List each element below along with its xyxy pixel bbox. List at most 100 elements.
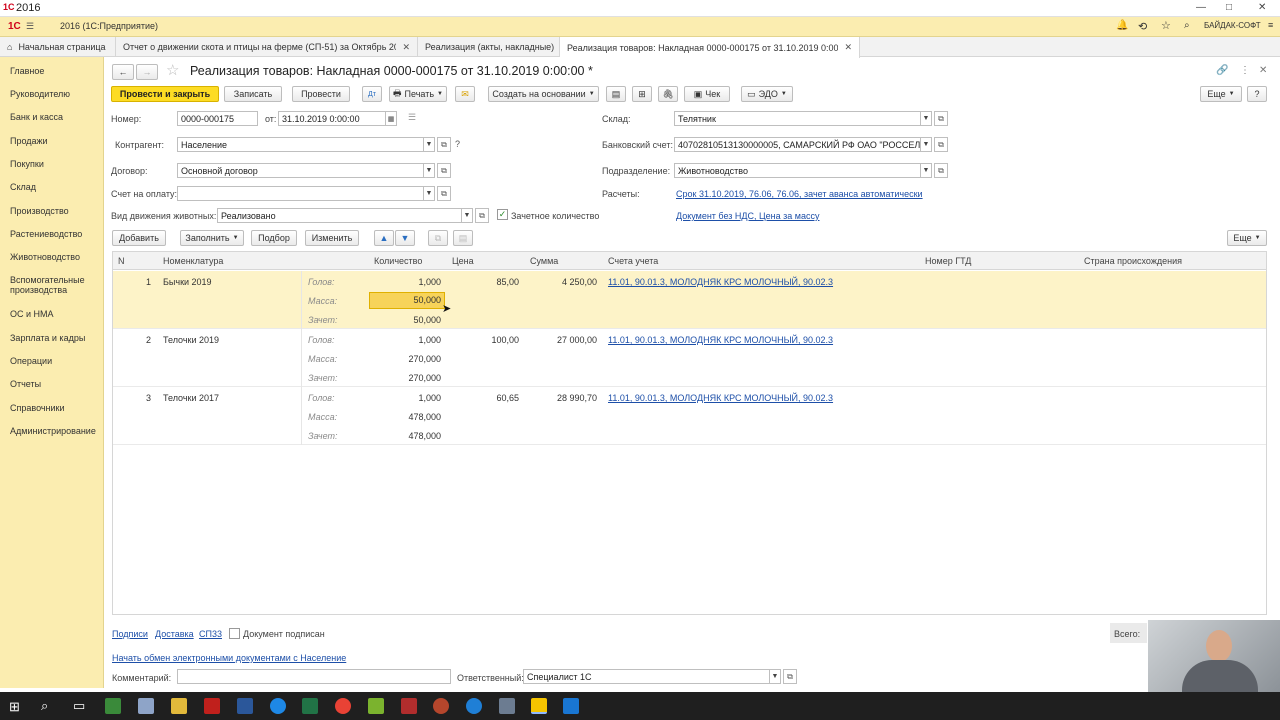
row-heads[interactable]: 1,000	[383, 393, 441, 403]
move-down-button[interactable]: ▼	[395, 230, 415, 246]
warehouse-open-button[interactable]: ⧉	[934, 111, 948, 126]
print-button[interactable]: 🖶 Печать ▼	[389, 86, 447, 102]
contract-open-button[interactable]: ⧉	[437, 163, 451, 178]
contractor-dropdown[interactable]: ▼	[424, 137, 435, 152]
column-gtd[interactable]: Номер ГТД	[925, 256, 971, 266]
date-field[interactable]: 31.10.2019 0:00:00	[278, 111, 386, 126]
column-price[interactable]: Цена	[452, 256, 474, 266]
fill-button[interactable]: Заполнить ▼	[180, 230, 244, 246]
warehouse-dropdown[interactable]: ▼	[921, 111, 932, 126]
bell-icon[interactable]: 🔔	[1116, 20, 1128, 31]
movement-dropdown[interactable]: ▼	[462, 208, 473, 223]
delete-row-button[interactable]: ▤	[453, 230, 473, 246]
table-row[interactable]: 1 Бычки 2019 Голов: Масса: Зачет: 1,000 …	[113, 271, 1266, 329]
tab-sales-document[interactable]: Реализация товаров: Накладная 0000-00017…	[560, 37, 860, 58]
table-row[interactable]: 2 Телочки 2019 Голов: Масса: Зачет: 1,00…	[113, 329, 1266, 387]
history-icon[interactable]: ⟲	[1138, 20, 1147, 33]
edo-button[interactable]: ▭ ЭДО ▼	[741, 86, 793, 102]
dt-kt-button[interactable]: Дт	[362, 86, 382, 102]
post-and-close-button[interactable]: Провести и закрыть	[111, 86, 219, 102]
row-nomenclature[interactable]: Бычки 2019	[163, 277, 212, 287]
row-sum[interactable]: 27 000,00	[531, 335, 597, 345]
sidebar-item-payroll[interactable]: Зарплата и кадры	[10, 333, 102, 343]
delivery-link[interactable]: Доставка	[155, 629, 194, 639]
table-more-button[interactable]: Еще ▼	[1227, 230, 1267, 246]
sidebar-item-auxiliary[interactable]: Вспомогательные производства	[10, 275, 102, 295]
add-row-button[interactable]: Добавить	[112, 230, 166, 246]
row-accounts-link[interactable]: 11.01, 90.01.3, МОЛОДНЯК КРС МОЛОЧНЫЙ, 9…	[608, 393, 833, 403]
task-view-icon[interactable]: ▭	[73, 698, 85, 714]
search-taskbar-icon[interactable]: ⌕	[41, 698, 48, 714]
sidebar-item-livestock[interactable]: Животноводство	[10, 252, 102, 262]
word-app-icon[interactable]	[237, 698, 253, 714]
row-price[interactable]: 60,65	[453, 393, 519, 403]
teamviewer-app-icon[interactable]	[466, 698, 482, 714]
more-button[interactable]: Еще ▼	[1200, 86, 1242, 102]
android-app-icon[interactable]	[368, 698, 384, 714]
app-icon[interactable]	[433, 698, 449, 714]
minimize-button[interactable]: —	[1196, 2, 1206, 13]
copy-row-button[interactable]: ⧉	[428, 230, 448, 246]
back-button[interactable]: ←	[112, 64, 134, 80]
menu-icon[interactable]: ☰	[26, 21, 34, 32]
bank-account-open-button[interactable]: ⧉	[934, 137, 948, 152]
movement-field[interactable]: Реализовано	[217, 208, 462, 223]
column-accounts[interactable]: Счета учета	[608, 256, 658, 266]
column-n[interactable]: N	[118, 256, 125, 266]
save-button[interactable]: Записать	[224, 86, 282, 102]
sidebar-item-assets[interactable]: ОС и НМА	[10, 309, 102, 319]
help-button[interactable]: ?	[1247, 86, 1267, 102]
contractor-open-button[interactable]: ⧉	[437, 137, 451, 152]
sidebar-item-admin[interactable]: Администрирование	[10, 426, 102, 436]
row-accounts-link[interactable]: 11.01, 90.01.3, МОЛОДНЯК КРС МОЛОЧНЫЙ, 9…	[608, 335, 833, 345]
sidebar-item-production[interactable]: Производство	[10, 206, 102, 216]
ie-app-icon[interactable]	[270, 698, 286, 714]
row-mass[interactable]: 270,000	[383, 354, 441, 364]
star-icon[interactable]: ☆	[1161, 19, 1171, 32]
more-vert-icon[interactable]: ⋮	[1240, 65, 1250, 76]
sidebar-item-main[interactable]: Главное	[10, 66, 102, 76]
contractor-field[interactable]: Население	[177, 137, 424, 152]
create-based-on-button[interactable]: Создать на основании ▼	[488, 86, 599, 102]
row-credit[interactable]: 50,000	[383, 315, 441, 325]
column-quantity[interactable]: Количество	[374, 256, 422, 266]
invoice-field[interactable]	[177, 186, 424, 201]
change-button[interactable]: Изменить	[305, 230, 359, 246]
forward-button[interactable]: →	[136, 64, 158, 80]
sidebar-item-sales[interactable]: Продажи	[10, 136, 102, 146]
close-tab-icon[interactable]: ✕	[402, 42, 410, 53]
app-icon[interactable]	[401, 698, 417, 714]
post-button[interactable]: Провести	[292, 86, 350, 102]
explorer-app-icon[interactable]	[171, 698, 187, 714]
link-icon[interactable]: 🔗	[1216, 65, 1228, 76]
contract-field[interactable]: Основной договор	[177, 163, 424, 178]
row-nomenclature[interactable]: Телочки 2017	[163, 393, 219, 403]
contract-dropdown[interactable]: ▼	[424, 163, 435, 178]
1c-app-icon[interactable]	[531, 698, 547, 714]
email-button[interactable]: ✉	[455, 86, 475, 102]
signatures-link[interactable]: Подписи	[112, 629, 148, 639]
division-dropdown[interactable]: ▼	[921, 163, 932, 178]
tab-home[interactable]: ⌂ Начальная страница	[0, 37, 116, 57]
table-row[interactable]: 3 Телочки 2017 Голов: Масса: Зачет: 1,00…	[113, 387, 1266, 445]
sidebar-item-operations[interactable]: Операции	[10, 356, 102, 366]
column-nomenclature[interactable]: Номенклатура	[163, 256, 223, 266]
sidebar-item-purchases[interactable]: Покупки	[10, 159, 102, 169]
sidebar-item-crops[interactable]: Растениеводство	[10, 229, 102, 239]
report-button[interactable]: ▤	[606, 86, 626, 102]
movement-open-button[interactable]: ⧉	[475, 208, 489, 223]
bank-account-field[interactable]: 40702810513130000005, САМАРСКИЙ РФ ОАО "…	[674, 137, 921, 152]
document-signed-checkbox[interactable]	[229, 628, 240, 639]
attach-button[interactable]: 🖇	[658, 86, 678, 102]
tab-report-sp51[interactable]: Отчет о движении скота и птицы на ферме …	[116, 37, 418, 57]
chrome-app-icon[interactable]	[335, 698, 351, 714]
excel-app-icon[interactable]	[302, 698, 318, 714]
row-nomenclature[interactable]: Телочки 2019	[163, 335, 219, 345]
settlements-link[interactable]: Срок 31.10.2019, 76.06, 76.06, зачет ава…	[676, 189, 923, 199]
list-icon[interactable]: ☰	[408, 112, 416, 123]
close-tab-icon[interactable]: ✕	[844, 42, 852, 53]
row-heads[interactable]: 1,000	[383, 335, 441, 345]
row-mass-active-cell[interactable]: 50,000	[369, 292, 445, 309]
sidebar-item-manager[interactable]: Руководителю	[10, 89, 102, 99]
row-credit[interactable]: 478,000	[383, 431, 441, 441]
